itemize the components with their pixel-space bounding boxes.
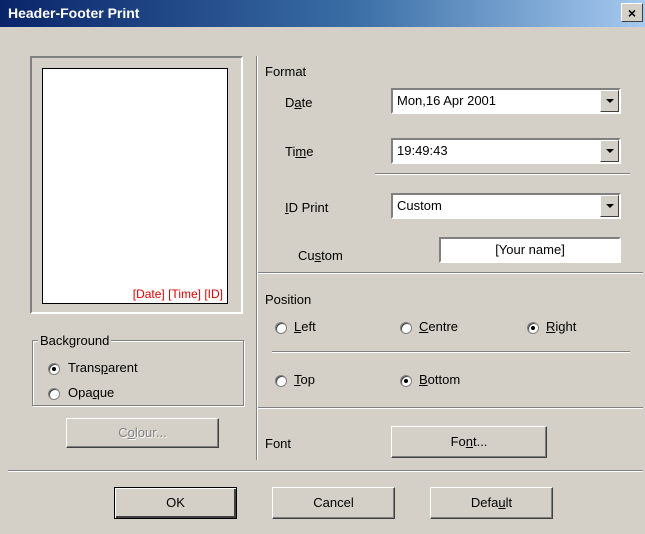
cancel-button[interactable]: Cancel (272, 487, 395, 519)
default-button[interactable]: Default (430, 487, 553, 519)
top-label[interactable]: Top (294, 372, 315, 387)
section-divider-2 (258, 407, 643, 409)
section-divider-1 (258, 272, 643, 274)
custom-label: Custom (298, 248, 343, 263)
position-divider (272, 351, 630, 353)
vertical-divider (256, 56, 258, 460)
top-radio[interactable] (275, 375, 287, 387)
bottom-label[interactable]: Bottom (419, 372, 460, 387)
transparent-radio[interactable] (48, 363, 60, 375)
chevron-down-icon[interactable] (600, 195, 619, 217)
chevron-down-icon[interactable] (600, 140, 619, 162)
bottom-divider (8, 470, 643, 472)
time-value: 19:49:43 (397, 143, 448, 158)
custom-input-value: [Your name] (495, 242, 565, 257)
window-title: Header-Footer Print (8, 5, 140, 21)
preview-page: [Date] [Time] [ID] (42, 68, 228, 304)
id-print-label: ID Print (285, 200, 329, 215)
time-dropdown[interactable]: 19:49:43 (391, 138, 621, 164)
opaque-radio[interactable] (48, 388, 60, 400)
colour-button[interactable]: Colour... (66, 418, 219, 448)
preview-footer-text: [Date] [Time] [ID] (132, 287, 223, 301)
bottom-radio[interactable] (400, 375, 412, 387)
background-group (32, 340, 244, 406)
position-label: Position (265, 292, 312, 307)
centre-radio[interactable] (400, 322, 412, 334)
date-dropdown[interactable]: Mon,16 Apr 2001 (391, 88, 621, 114)
right-radio[interactable] (527, 322, 539, 334)
id-print-value: Custom (397, 198, 442, 213)
time-label: Time (285, 144, 314, 159)
transparent-label[interactable]: Transparent (68, 360, 138, 375)
title-bar: Header-Footer Print × (0, 0, 645, 27)
background-group-label: Background (38, 333, 112, 348)
date-label: Date (285, 95, 313, 110)
format-label: Format (265, 64, 307, 79)
opaque-label[interactable]: Opaque (68, 385, 114, 400)
left-radio[interactable] (275, 322, 287, 334)
close-icon: × (627, 5, 637, 21)
font-button[interactable]: Font... (391, 426, 547, 458)
close-button[interactable]: × (621, 3, 643, 22)
date-value: Mon,16 Apr 2001 (397, 93, 497, 108)
font-label: Font (265, 436, 292, 451)
centre-label[interactable]: Centre (419, 319, 458, 334)
chevron-down-icon[interactable] (600, 90, 619, 112)
left-label[interactable]: Left (294, 319, 316, 334)
right-label[interactable]: Right (546, 319, 576, 334)
format-divider (375, 173, 630, 175)
custom-input[interactable]: [Your name] (439, 237, 621, 263)
ok-button[interactable]: OK (114, 487, 237, 519)
id-print-dropdown[interactable]: Custom (391, 193, 621, 219)
